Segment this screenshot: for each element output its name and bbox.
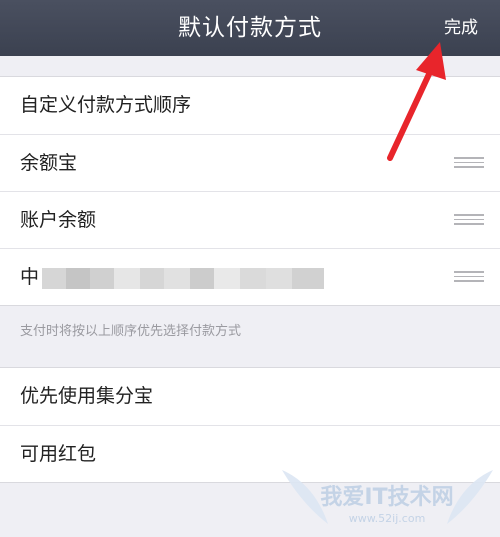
payment-method-row-card[interactable]: 中 xyxy=(0,248,500,305)
svg-text:我爱IT技术网: 我爱IT技术网 xyxy=(320,485,453,510)
done-button[interactable]: 完成 xyxy=(444,0,478,56)
use-jifenbao-label: 优先使用集分宝 xyxy=(20,385,154,407)
custom-order-label: 自定义付款方式顺序 xyxy=(20,94,192,116)
payment-method-label: 余额宝 xyxy=(20,152,78,174)
available-red-packet-row[interactable]: 可用红包 xyxy=(0,425,500,482)
drag-handle-icon[interactable] xyxy=(454,271,484,282)
payment-method-label: 账户余额 xyxy=(20,209,97,231)
payment-order-group: 自定义付款方式顺序 余额宝 账户余额 中 xyxy=(0,76,500,306)
use-jifenbao-row[interactable]: 优先使用集分宝 xyxy=(0,368,500,425)
navigation-bar: 默认付款方式 完成 xyxy=(0,0,500,56)
red-packet-label: 可用红包 xyxy=(20,443,97,465)
custom-order-header: 自定义付款方式顺序 xyxy=(0,77,500,134)
payment-method-label: 中 xyxy=(20,266,40,288)
drag-handle-icon[interactable] xyxy=(454,157,484,168)
payment-method-row-balance[interactable]: 账户余额 xyxy=(0,191,500,248)
order-hint-text: 支付时将按以上顺序优先选择付款方式 xyxy=(20,324,242,339)
svg-text:www.52ij.com: www.52ij.com xyxy=(349,512,426,525)
drag-handle-icon[interactable] xyxy=(454,214,484,225)
redacted-card-info xyxy=(42,268,324,289)
page-title: 默认付款方式 xyxy=(178,15,322,41)
options-group: 优先使用集分宝 可用红包 xyxy=(0,367,500,483)
payment-method-row-yuebao[interactable]: 余额宝 xyxy=(0,134,500,191)
